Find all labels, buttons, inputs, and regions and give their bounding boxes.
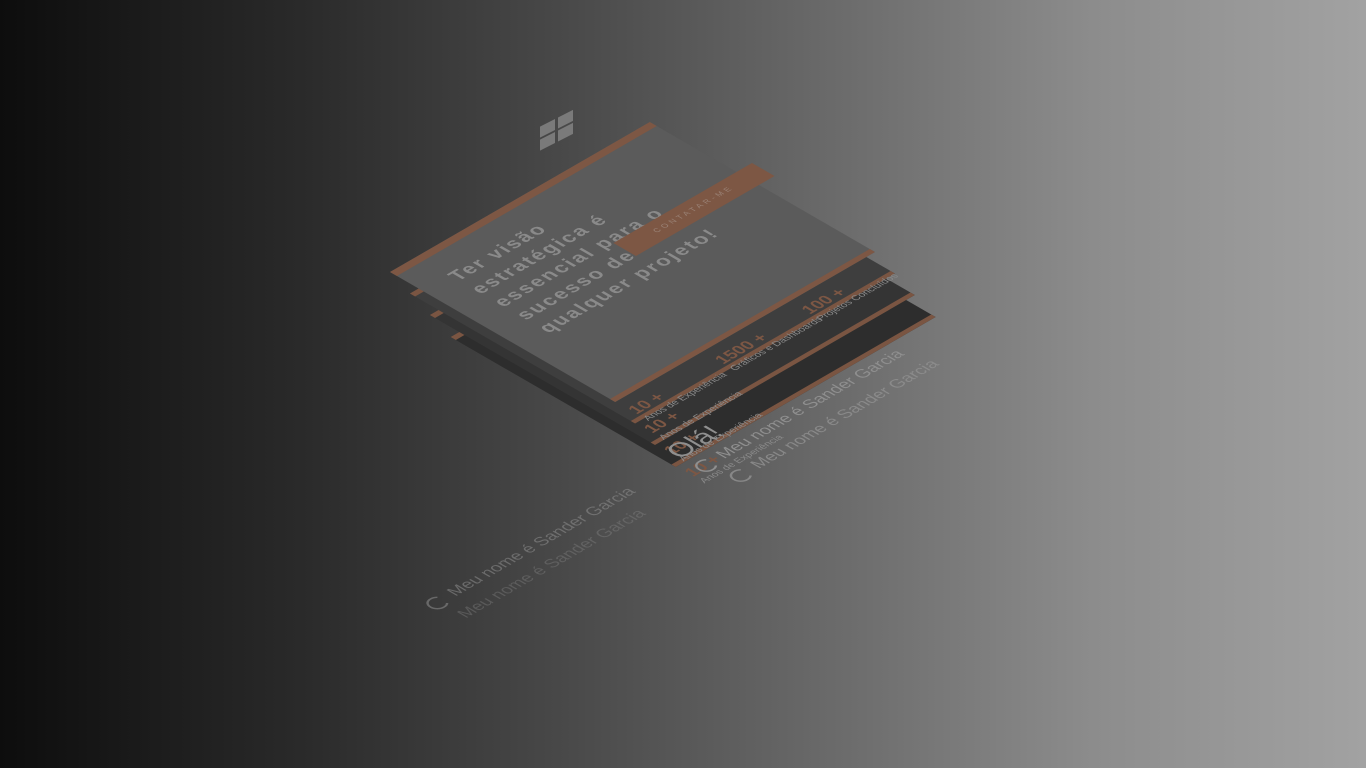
intro-line-text: Meu nome é Sander Garcia (452, 506, 651, 621)
page-stage: 10 + Anos de Experiência 10 + Anos de Ex… (0, 0, 1366, 768)
intro-line: Meu nome é Sander Garcia (420, 485, 641, 612)
windows-logo-icon (540, 109, 574, 152)
intro-line-text: Meu nome é Sander Garcia (442, 484, 640, 599)
hero-title: Ter visão estratégica é essencial para o… (443, 205, 725, 336)
circle-icon (421, 593, 453, 612)
intro-line: Meu nome é Sander Garcia (453, 507, 651, 621)
